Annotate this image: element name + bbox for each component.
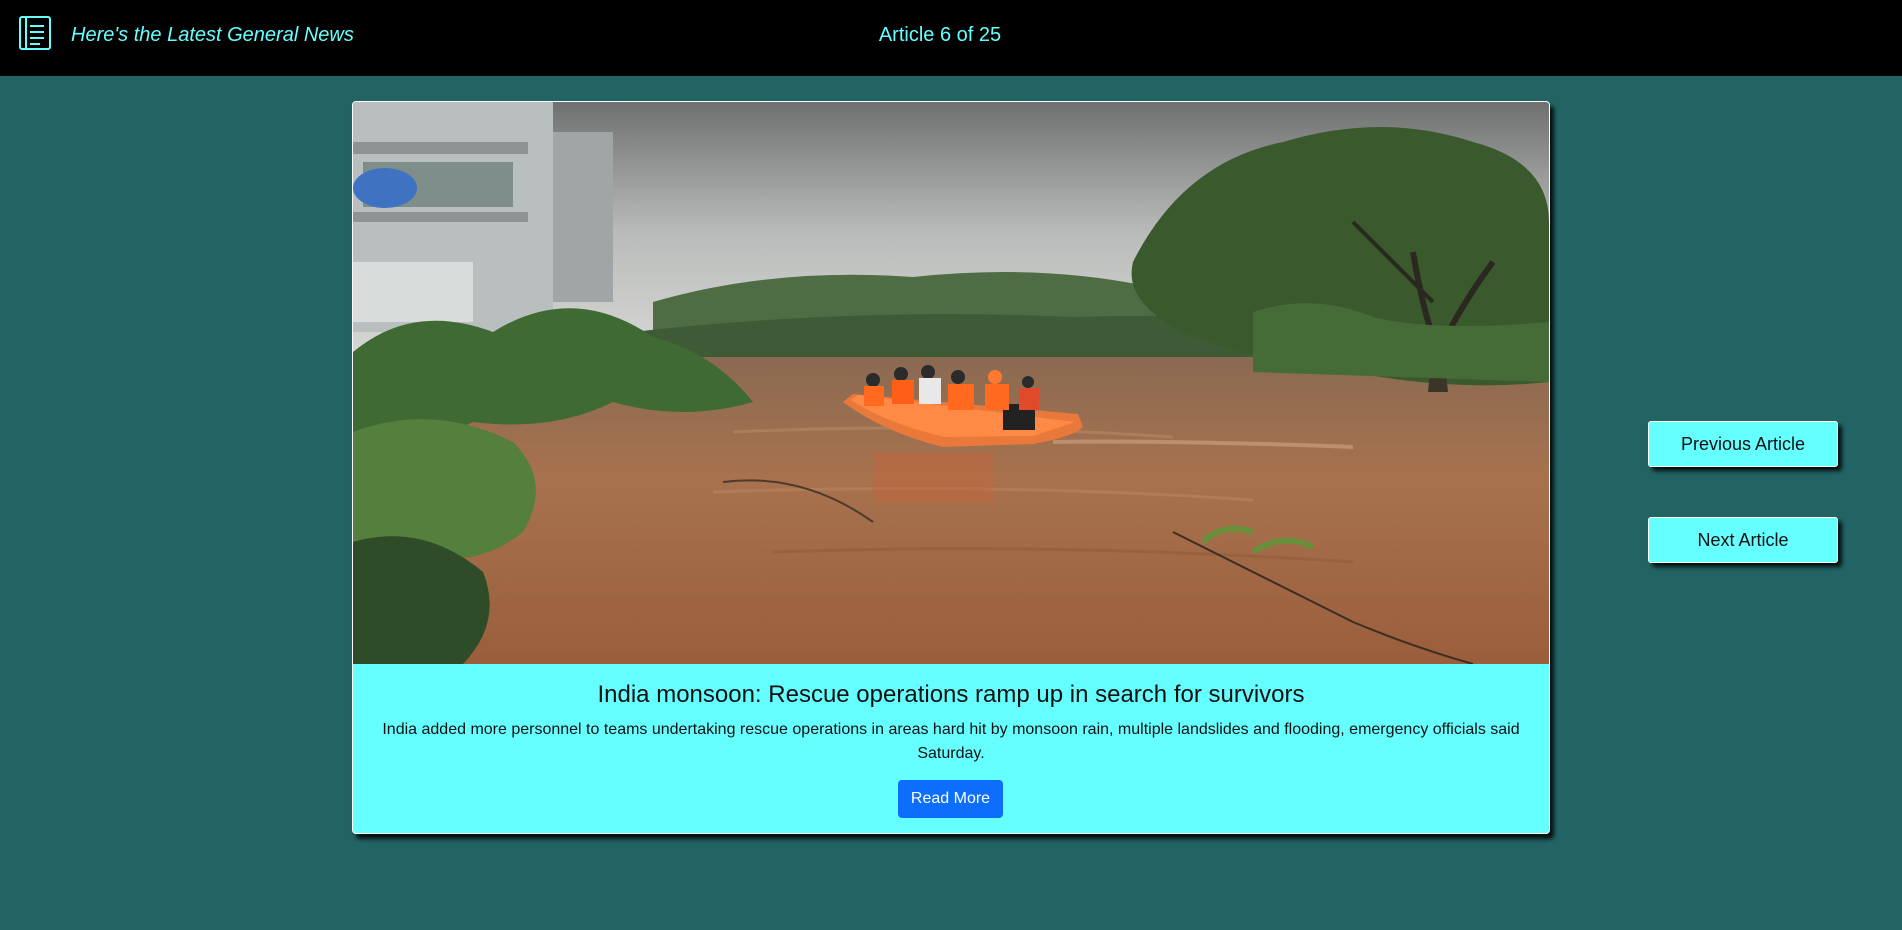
article-description: India added more personnel to teams unde…: [382, 721, 1520, 762]
article-headline: India monsoon: Rescue operations ramp up…: [597, 681, 1305, 708]
article-card: India monsoon: Rescue operations ramp up…: [352, 101, 1550, 834]
read-more-button[interactable]: Read More: [898, 780, 1003, 818]
top-header-bar: Here's the Latest General News Article 6…: [0, 0, 1902, 76]
next-article-button[interactable]: Next Article: [1648, 517, 1838, 563]
article-counter: Article 6 of 25: [878, 24, 1002, 46]
previous-article-button[interactable]: Previous Article: [1648, 421, 1838, 467]
article-image: [353, 102, 1549, 664]
